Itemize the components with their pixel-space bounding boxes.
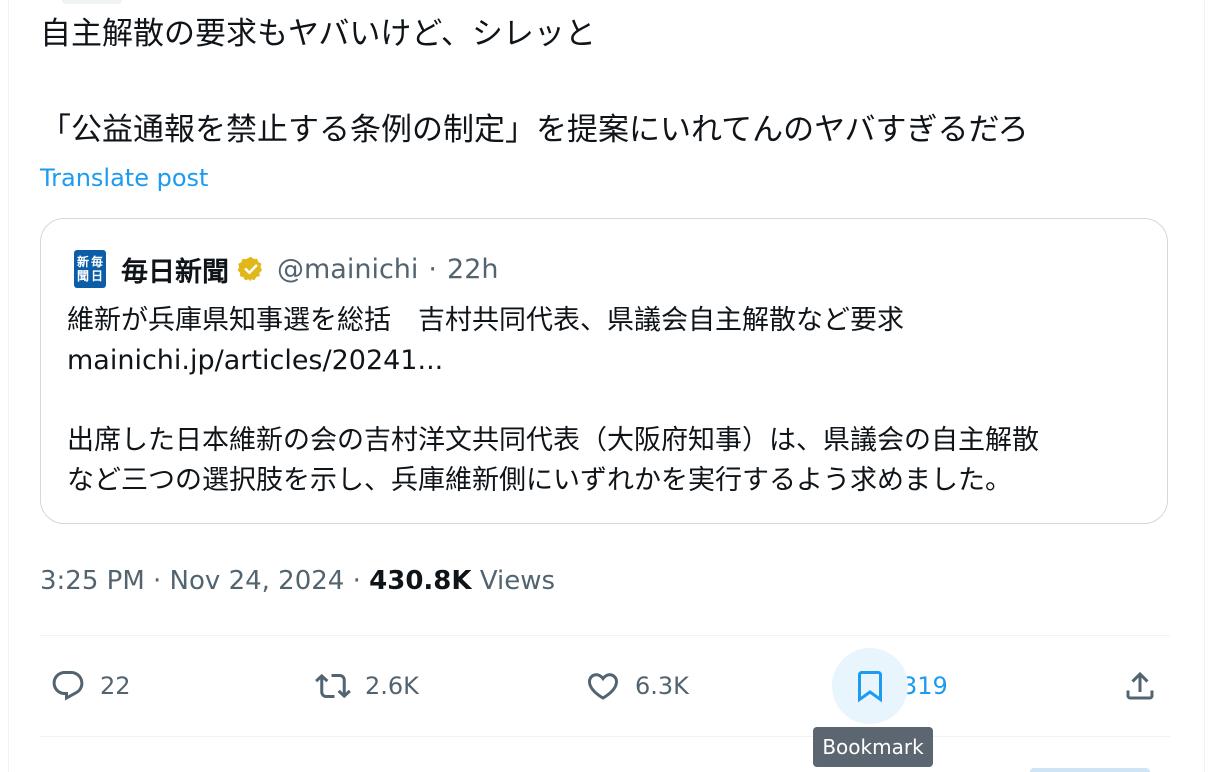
- quoted-text-line: 出席した日本維新の会の吉村洋文共同代表（大阪府知事）は、県議会の自主解散: [67, 425, 1039, 456]
- quoted-link[interactable]: mainichi.jp/articles/20241...: [67, 341, 1147, 381]
- bookmark-tooltip: Bookmark: [813, 727, 933, 767]
- quoted-post-text: 維新が兵庫県知事選を総括 吉村共同代表、県議会自主解散など要求 mainichi…: [67, 301, 1147, 501]
- previous-element-edge: [62, 0, 122, 4]
- bookmark-button[interactable]: 319: [832, 646, 948, 726]
- share-icon: [1126, 671, 1154, 700]
- quoted-post-card[interactable]: 新 毎 聞 日 毎日新聞 @mainichi · 22h 維新が兵庫県知事選を総…: [40, 218, 1168, 524]
- quoted-text-line: など三つの選択肢を示し、兵庫維新側にいずれかを実行するよう求めました。: [67, 465, 1012, 496]
- quoted-author-name[interactable]: 毎日新聞: [121, 250, 229, 289]
- post-metadata: 3:25 PM · Nov 24, 2024 · 430.8K Views: [40, 561, 555, 601]
- bookmark-count: 319: [902, 672, 948, 700]
- quoted-text-blank-line: [67, 381, 1147, 421]
- views-count: 430.8K: [369, 566, 472, 596]
- heart-icon: [587, 673, 619, 700]
- bookmark-icon: [858, 671, 882, 703]
- quoted-text-line: 維新が兵庫県知事選を総括 吉村共同代表、県議会自主解散など要求: [67, 305, 904, 336]
- meta-separator: ·: [352, 566, 361, 596]
- logo-char: 聞: [76, 269, 89, 283]
- reply-count: 22: [100, 672, 131, 700]
- mainichi-avatar[interactable]: 新 毎 聞 日: [74, 250, 106, 288]
- views-label: Views: [479, 566, 556, 596]
- next-element-edge: [1030, 768, 1150, 772]
- like-button[interactable]: 6.3K: [585, 646, 689, 726]
- tweet-text-line-3: 「公益通報を禁止する条例の制定」を提案にいれてんのヤバすぎるだろ: [40, 112, 1029, 148]
- like-count: 6.3K: [635, 672, 689, 700]
- quoted-post-time[interactable]: 22h: [447, 254, 498, 285]
- logo-char: 毎: [90, 255, 103, 269]
- tweet-text-line-1: 自主解散の要求もヤバいけど、シレッと: [40, 16, 596, 52]
- logo-char: 新: [76, 255, 89, 269]
- verified-badge-icon: [237, 256, 263, 282]
- repost-button[interactable]: 2.6K: [315, 646, 419, 726]
- action-bar: 22 2.6K 6.3K 319: [40, 646, 1170, 726]
- translate-post-link[interactable]: Translate post: [40, 160, 208, 196]
- post-timestamp[interactable]: 3:25 PM · Nov 24, 2024: [40, 566, 344, 596]
- bookmark-icon-wrap: [832, 648, 908, 724]
- divider-top: [40, 635, 1170, 636]
- header-separator: ·: [428, 253, 438, 285]
- quoted-post-header: 新 毎 聞 日 毎日新聞 @mainichi · 22h: [74, 249, 498, 289]
- right-border: [1204, 0, 1205, 772]
- divider-bottom: [40, 736, 1170, 737]
- share-button[interactable]: [1122, 646, 1158, 726]
- left-border: [8, 0, 9, 772]
- logo-char: 日: [90, 269, 103, 283]
- repost-icon: [315, 673, 351, 699]
- tweet-text: 自主解散の要求もヤバいけど、シレッと 「公益通報を禁止する条例の制定」を提案にい…: [40, 10, 1170, 154]
- repost-count: 2.6K: [365, 672, 419, 700]
- reply-icon: [52, 671, 84, 701]
- reply-button[interactable]: 22: [50, 646, 131, 726]
- quoted-author-handle[interactable]: @mainichi: [277, 254, 418, 285]
